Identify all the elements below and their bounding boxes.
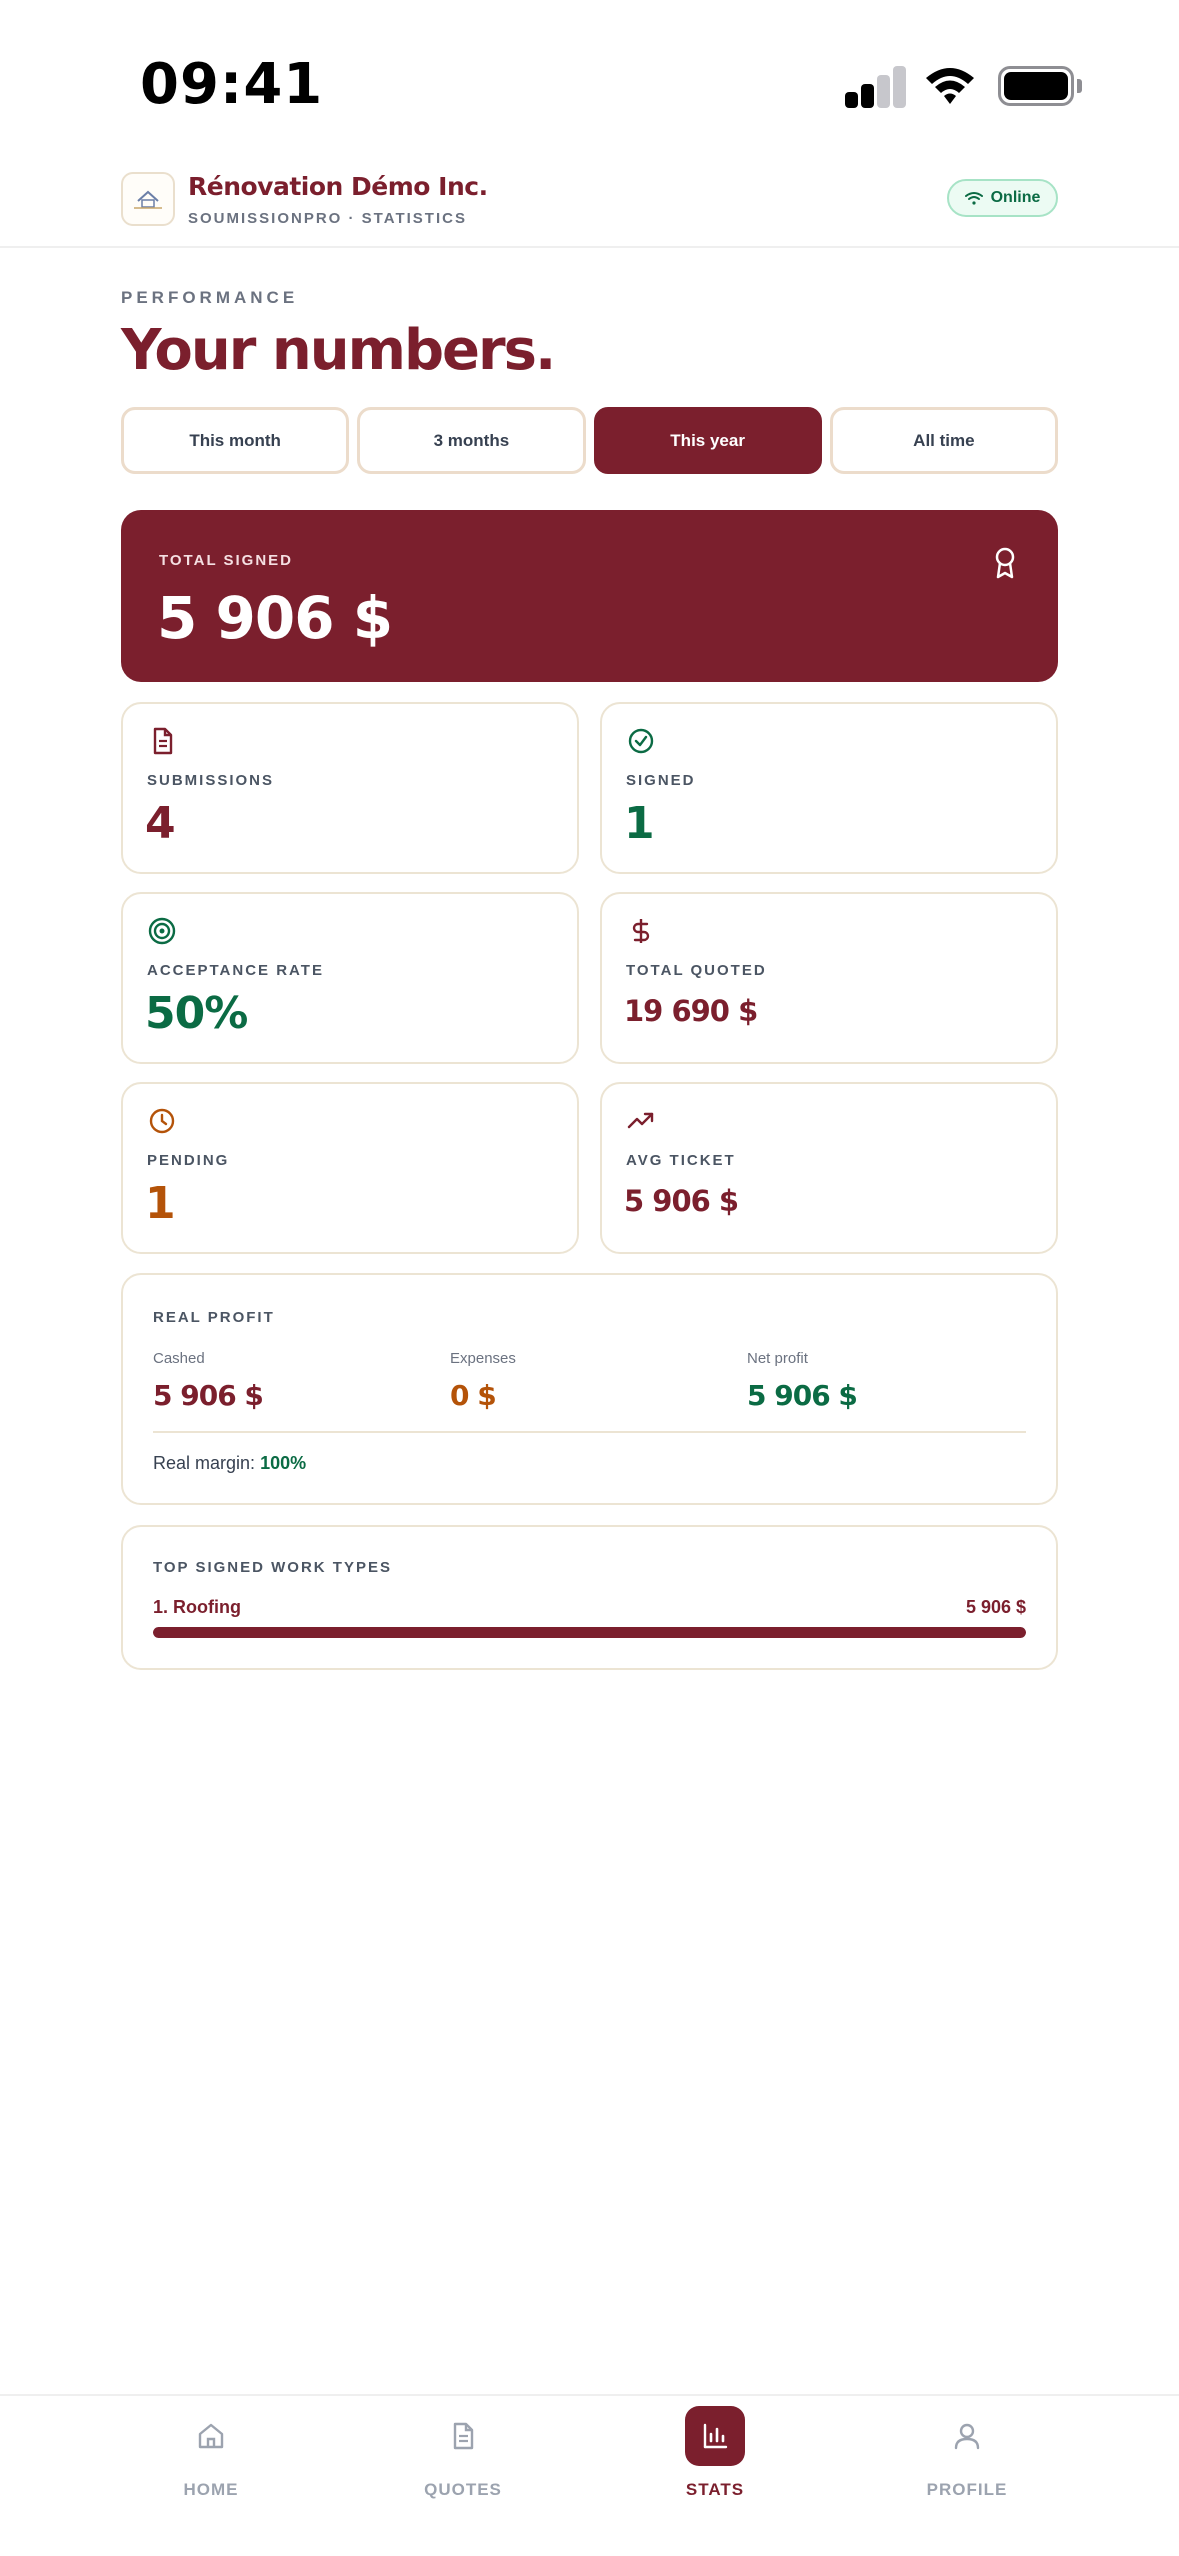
real-margin-label: Real margin: bbox=[153, 1453, 256, 1473]
section-eyebrow: PERFORMANCE bbox=[121, 288, 299, 307]
acceptance-rate-label: ACCEPTANCE RATE bbox=[147, 962, 324, 979]
document-icon bbox=[153, 727, 173, 755]
work-type-bar-fill bbox=[153, 1627, 1026, 1638]
top-work-types-label: TOP SIGNED WORK TYPES bbox=[153, 1559, 392, 1576]
page-title: Your numbers. bbox=[121, 318, 556, 383]
submissions-value: 4 bbox=[145, 798, 176, 849]
cashed-label: Cashed bbox=[153, 1350, 205, 1367]
wifi-status-icon bbox=[964, 192, 983, 205]
total-quoted-label: TOTAL QUOTED bbox=[626, 962, 767, 979]
check-circle-icon bbox=[628, 728, 654, 754]
signed-card[interactable]: SIGNED 1 bbox=[600, 702, 1058, 874]
work-type-row: 1. Roofing 5 906 $ bbox=[153, 1597, 1026, 1627]
expenses-label: Expenses bbox=[450, 1350, 516, 1367]
expenses-value: 0 $ bbox=[450, 1379, 497, 1412]
document-icon bbox=[453, 2422, 474, 2450]
signed-label: SIGNED bbox=[626, 772, 696, 789]
nav-home-label: HOME bbox=[183, 2480, 239, 2499]
work-type-name: 1. Roofing bbox=[153, 1597, 241, 1617]
profile-icon-wrap bbox=[937, 2406, 997, 2466]
dollar-icon bbox=[632, 919, 650, 943]
trending-up-icon bbox=[627, 1112, 654, 1129]
app-header: Rénovation Démo Inc. SOUMISSIONPRO · STA… bbox=[0, 160, 1179, 248]
nav-profile-label: PROFILE bbox=[926, 2480, 1008, 2499]
total-quoted-value: 19 690 $ bbox=[624, 994, 758, 1028]
tab-all-time[interactable]: All time bbox=[829, 407, 1058, 474]
company-name: Rénovation Démo Inc. bbox=[188, 172, 488, 201]
real-margin-value: 100% bbox=[260, 1453, 307, 1473]
nav-quotes[interactable]: QUOTES bbox=[363, 2406, 563, 2516]
status-bar: 09:41 bbox=[0, 0, 1179, 160]
house-logo-icon bbox=[134, 190, 162, 209]
tab-this-month[interactable]: This month bbox=[121, 407, 350, 474]
real-margin: Real margin: 100% bbox=[153, 1453, 306, 1474]
award-icon bbox=[995, 547, 1015, 579]
submissions-label: SUBMISSIONS bbox=[147, 772, 275, 789]
bar-chart-icon bbox=[703, 2423, 728, 2449]
online-status-label: Online bbox=[990, 189, 1041, 206]
tab-3-months[interactable]: 3 months bbox=[357, 407, 586, 474]
period-tabs: This month 3 months This year All time bbox=[121, 407, 1058, 474]
total-signed-value: 5 906 $ bbox=[157, 584, 393, 652]
real-profit-card: REAL PROFIT Cashed 5 906 $ Expenses 0 $ … bbox=[121, 1273, 1058, 1505]
wifi-icon bbox=[926, 68, 974, 104]
nav-home[interactable]: HOME bbox=[111, 2406, 311, 2516]
clock-icon bbox=[149, 1108, 175, 1134]
submissions-card[interactable]: SUBMISSIONS 4 bbox=[121, 702, 579, 874]
cellular-signal-icon bbox=[845, 66, 907, 108]
tab-this-year[interactable]: This year bbox=[593, 407, 822, 474]
cashed-value: 5 906 $ bbox=[153, 1379, 264, 1412]
pending-value: 1 bbox=[145, 1178, 176, 1229]
avg-ticket-value: 5 906 $ bbox=[624, 1184, 739, 1218]
target-icon bbox=[148, 917, 176, 945]
net-profit-value: 5 906 $ bbox=[747, 1379, 858, 1412]
app-subtitle: SOUMISSIONPRO · STATISTICS bbox=[188, 210, 467, 227]
net-profit-label: Net profit bbox=[747, 1350, 808, 1367]
nav-quotes-label: QUOTES bbox=[424, 2480, 502, 2499]
real-profit-label: REAL PROFIT bbox=[153, 1309, 275, 1326]
online-status-badge: Online bbox=[947, 179, 1058, 217]
bottom-navigation: HOME QUOTES STATS PROFILE bbox=[0, 2394, 1179, 2556]
net-profit-column: Net profit 5 906 $ bbox=[747, 1350, 858, 1412]
nav-stats-label: STATS bbox=[685, 2480, 745, 2499]
battery-icon bbox=[998, 66, 1082, 106]
expenses-column: Expenses 0 $ bbox=[450, 1350, 516, 1412]
total-quoted-card[interactable]: TOTAL QUOTED 19 690 $ bbox=[600, 892, 1058, 1064]
pending-card[interactable]: PENDING 1 bbox=[121, 1082, 579, 1254]
top-work-types-card: TOP SIGNED WORK TYPES 1. Roofing 5 906 $ bbox=[121, 1525, 1058, 1670]
pending-label: PENDING bbox=[147, 1152, 230, 1169]
avg-ticket-card[interactable]: AVG TICKET 5 906 $ bbox=[600, 1082, 1058, 1254]
profit-divider bbox=[153, 1431, 1026, 1433]
nav-stats[interactable]: STATS bbox=[615, 2406, 815, 2516]
signed-value: 1 bbox=[624, 798, 655, 849]
work-type-amount: 5 906 $ bbox=[965, 1597, 1026, 1617]
work-type-bar-track bbox=[153, 1627, 1026, 1638]
total-signed-card: TOTAL SIGNED 5 906 $ bbox=[121, 510, 1058, 682]
cashed-column: Cashed 5 906 $ bbox=[153, 1350, 264, 1412]
home-icon-wrap bbox=[181, 2406, 241, 2466]
acceptance-rate-value: 50% bbox=[145, 988, 248, 1039]
user-icon bbox=[954, 2423, 980, 2450]
total-signed-label: TOTAL SIGNED bbox=[159, 552, 294, 569]
stats-icon-wrap bbox=[685, 2406, 745, 2466]
nav-profile[interactable]: PROFILE bbox=[867, 2406, 1067, 2516]
avg-ticket-label: AVG TICKET bbox=[626, 1152, 736, 1169]
company-logo bbox=[121, 172, 175, 226]
status-time: 09:41 bbox=[140, 52, 324, 117]
home-icon bbox=[198, 2423, 224, 2449]
acceptance-rate-card[interactable]: ACCEPTANCE RATE 50% bbox=[121, 892, 579, 1064]
quotes-icon-wrap bbox=[433, 2406, 493, 2466]
